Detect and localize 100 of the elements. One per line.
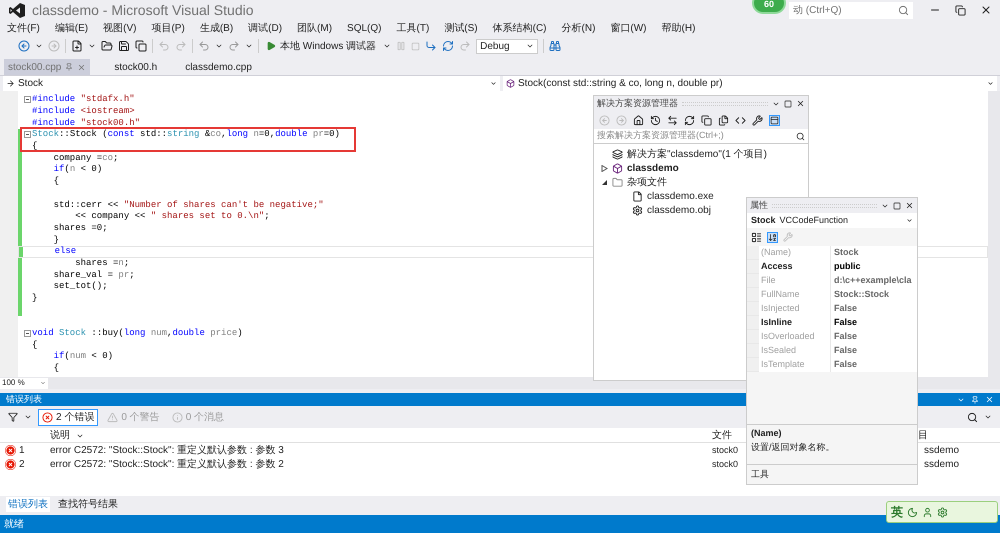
solution-icon: [612, 148, 623, 160]
tree-item[interactable]: classdemo: [627, 160, 679, 176]
description-title: (Name): [751, 427, 783, 440]
close-icon[interactable]: [796, 99, 805, 108]
expand-arrow-icon[interactable]: [600, 164, 608, 172]
document-tab[interactable]: stock00.h: [110, 59, 162, 75]
code-line: {: [52, 177, 60, 186]
open-folder-icon[interactable]: [101, 40, 113, 52]
property-row[interactable]: IsInline False: [747, 316, 917, 330]
gear-icon[interactable]: [937, 506, 948, 518]
collapse-all-icon[interactable]: [701, 114, 712, 126]
menu-item[interactable]: 团队(M): [297, 20, 332, 36]
close-icon[interactable]: [905, 201, 914, 210]
scope-dropdown[interactable]: Stock: [3, 76, 500, 91]
play-icon: [266, 41, 276, 51]
maximize-icon[interactable]: [893, 202, 901, 210]
tree-item[interactable]: 解决方案"classdemo"(1 个项目): [627, 146, 767, 162]
menu-item[interactable]: 分析(N): [562, 20, 596, 36]
column-header[interactable]: 文件: [712, 428, 746, 443]
property-value: False: [831, 316, 917, 330]
tree-item[interactable]: 杂项文件: [627, 174, 667, 190]
document-tab[interactable]: classdemo.cpp: [181, 59, 256, 75]
ime-mode-label[interactable]: 英: [891, 503, 903, 521]
property-row[interactable]: Access public: [747, 260, 917, 274]
table-cell-text: ssdemo: [923, 458, 960, 472]
caret-icon[interactable]: [88, 42, 96, 50]
step-icon[interactable]: [425, 40, 438, 52]
file-icon: [632, 190, 643, 202]
save-icon[interactable]: [118, 40, 130, 52]
zoom-dropdown[interactable]: 100 %: [0, 378, 48, 388]
column-header[interactable]: 目: [918, 428, 1000, 443]
close-icon[interactable]: [980, 4, 992, 16]
menu-item[interactable]: 文件(F): [7, 20, 40, 36]
menu-item[interactable]: 窗口(W): [610, 20, 647, 36]
save-all-icon[interactable]: [135, 40, 147, 52]
home-icon[interactable]: [633, 114, 644, 126]
table-cell-text: error C2572: "Stock::Stock": 重定义默认参数 : 参数 2: [50, 458, 285, 472]
menu-item[interactable]: 编辑(E): [54, 20, 88, 36]
property-name[interactable]: Access: [759, 260, 831, 274]
caret-icon[interactable]: [383, 42, 392, 50]
object-dropdown[interactable]: Stock VCCodeFunction: [747, 213, 917, 228]
filter-button[interactable]: 2 个错误: [38, 408, 98, 426]
back-icon[interactable]: [18, 40, 30, 52]
menu-item[interactable]: 工具(T): [396, 20, 430, 36]
code-line: shares =n;: [74, 258, 130, 268]
restore-icon[interactable]: [955, 4, 966, 16]
collapse-icon[interactable]: [24, 330, 30, 338]
pin-icon[interactable]: [65, 63, 74, 71]
sync-icon[interactable]: [667, 114, 678, 126]
sort-icon[interactable]: [767, 232, 778, 242]
search-field[interactable]: 搜索解决方案资源管理器(Ctrl+;): [594, 129, 808, 144]
refresh-icon[interactable]: [684, 114, 695, 126]
caret-icon[interactable]: [245, 42, 253, 50]
collapse-icon[interactable]: [24, 131, 30, 138]
caret-icon[interactable]: [215, 42, 223, 50]
menu-item[interactable]: 项目(P): [151, 20, 185, 36]
menu-item[interactable]: 生成(B): [200, 20, 234, 36]
files-icon[interactable]: [718, 114, 729, 126]
start-debugging-button[interactable]: 本地 Windows 调试器: [264, 38, 378, 54]
property-name[interactable]: IsInline: [759, 316, 831, 330]
binoculars-icon[interactable]: [549, 40, 562, 52]
tools-link[interactable]: 工具: [751, 468, 769, 482]
collapse-icon[interactable]: [24, 96, 30, 104]
menu-item[interactable]: SQL(Q): [347, 20, 382, 36]
caret-icon[interactable]: [24, 413, 32, 421]
pin-icon[interactable]: [971, 396, 979, 404]
caret-icon[interactable]: [984, 413, 992, 421]
wrench-icon[interactable]: [752, 114, 763, 126]
column-header[interactable]: 说明: [50, 428, 712, 443]
caret-icon[interactable]: [35, 42, 43, 50]
panel-tab[interactable]: 查找符号结果: [58, 496, 118, 512]
menu-item[interactable]: 视图(V): [103, 20, 136, 36]
moon-icon[interactable]: [907, 506, 918, 518]
vertical-scrollbar[interactable]: [988, 91, 1000, 377]
menu-item[interactable]: 测试(S): [444, 20, 478, 36]
search-icon: [796, 132, 805, 140]
window-title: classdemo - Microsoft Visual Studio: [32, 0, 254, 20]
tree-item[interactable]: classdemo.obj: [647, 202, 711, 218]
collapse-arrow-icon[interactable]: [600, 178, 608, 186]
preview-icon[interactable]: [769, 114, 780, 126]
history-icon[interactable]: [650, 114, 661, 126]
panel-tab[interactable]: 错误列表: [6, 496, 50, 512]
categorized-icon[interactable]: [751, 232, 762, 242]
menu-item[interactable]: 体系结构(C): [492, 20, 547, 36]
filter-icon[interactable]: [8, 412, 18, 422]
menu-item[interactable]: 帮助(H): [662, 20, 696, 36]
search-icon[interactable]: [967, 412, 978, 422]
restart-icon[interactable]: [442, 40, 454, 52]
code-icon[interactable]: [735, 114, 746, 126]
folder-icon: [612, 176, 623, 188]
maximize-icon[interactable]: [784, 100, 792, 108]
menu-item[interactable]: 调试(D): [248, 20, 282, 36]
table-cell-text: error C2572: "Stock::Stock": 重定义默认参数 : 参数 3: [50, 444, 285, 458]
quick-launch-field[interactable]: 动 (Ctrl+Q): [789, 2, 913, 18]
configuration-dropdown[interactable]: Debug: [476, 38, 538, 54]
tree-item[interactable]: classdemo.exe: [647, 188, 714, 204]
member-dropdown[interactable]: Stock(const std::string & co, long n, double pr): [503, 76, 997, 91]
user-icon[interactable]: [922, 506, 933, 518]
new-file-icon[interactable]: [71, 40, 83, 52]
code-line: << company << " shares set to 0.\n";: [74, 212, 270, 222]
